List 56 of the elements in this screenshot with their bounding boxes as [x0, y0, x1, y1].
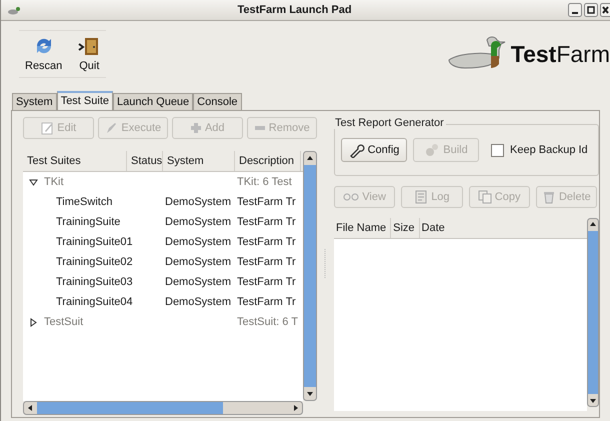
trash-icon — [542, 190, 556, 204]
column-header[interactable]: Size — [391, 218, 420, 238]
table-cell-text: DemoSystem — [164, 236, 232, 248]
group-title: Test Report Generator — [334, 117, 446, 129]
minimize-icon — [568, 3, 582, 17]
table-cell-text: TKit: 6 Test — [236, 176, 293, 188]
column-header[interactable]: Date — [420, 218, 587, 238]
quit-button[interactable]: Quit — [74, 35, 104, 72]
tab[interactable]: Test Suite — [56, 91, 113, 110]
table-cell-text: DemoSystem — [164, 196, 232, 208]
table-cell-text: TestFarm Tr — [236, 216, 297, 228]
column-header[interactable]: Test Suites — [23, 151, 127, 171]
suite-name[interactable]: TKit — [44, 176, 64, 188]
table-cell-text: DemoSystem — [164, 256, 232, 268]
suite-name[interactable]: TrainingSuite03 — [56, 276, 133, 288]
table-cell-text: DemoSystem — [164, 296, 232, 308]
logo-text: TestFarm — [510, 40, 610, 68]
document-icon — [414, 190, 428, 204]
table-cell-text: TestFarm Tr — [236, 256, 297, 268]
tab[interactable]: System — [12, 93, 57, 110]
wrench-icon — [348, 142, 365, 158]
column-header[interactable]: File Name — [334, 218, 392, 238]
suite-name[interactable]: TrainingSuite02 — [56, 256, 133, 268]
suite-name[interactable]: TrainingSuite04 — [56, 296, 133, 308]
tab[interactable]: Launch Queue — [113, 93, 194, 110]
close-icon — [600, 3, 610, 17]
maximize-icon — [584, 3, 598, 17]
column-header[interactable]: Status — [127, 151, 163, 171]
copy-icon — [478, 190, 492, 204]
table-cell-text: TestFarm Tr — [236, 296, 297, 308]
column-header[interactable]: System — [163, 151, 235, 171]
rescan-button[interactable]: Rescan — [21, 35, 66, 72]
table-cell-text: TestFarm Tr — [236, 276, 297, 288]
plus-icon — [190, 122, 202, 134]
pane-grip-icon — [324, 249, 327, 279]
table-cell-text: TestFarm Tr — [236, 236, 297, 248]
exit-door-icon — [78, 35, 100, 57]
expander-icon[interactable] — [29, 318, 38, 326]
suite-name[interactable]: TrainingSuite — [56, 216, 120, 228]
checkbox[interactable] — [491, 144, 504, 156]
table-cell-text: TestSuit: 6 T — [236, 316, 299, 328]
suite-name[interactable]: TimeSwitch — [56, 196, 112, 208]
tab[interactable]: Console — [193, 93, 242, 110]
glasses-icon — [343, 192, 360, 202]
checkbox-label: Keep Backup Id — [510, 144, 588, 156]
duck-icon — [7, 5, 21, 15]
config-button[interactable]: Config — [341, 138, 407, 162]
table-cell-text: DemoSystem — [164, 216, 232, 228]
column-header[interactable]: Description — [235, 151, 301, 171]
expander-icon[interactable] — [29, 178, 38, 186]
suite-name[interactable]: TestSuit — [44, 316, 84, 328]
window-title: TestFarm Launch Pad — [236, 4, 353, 16]
pencil-icon — [40, 121, 54, 135]
suite-name[interactable]: TrainingSuite01 — [56, 236, 133, 248]
table-cell-text: DemoSystem — [164, 276, 232, 288]
table-cell-text: TestFarm Tr — [236, 196, 297, 208]
